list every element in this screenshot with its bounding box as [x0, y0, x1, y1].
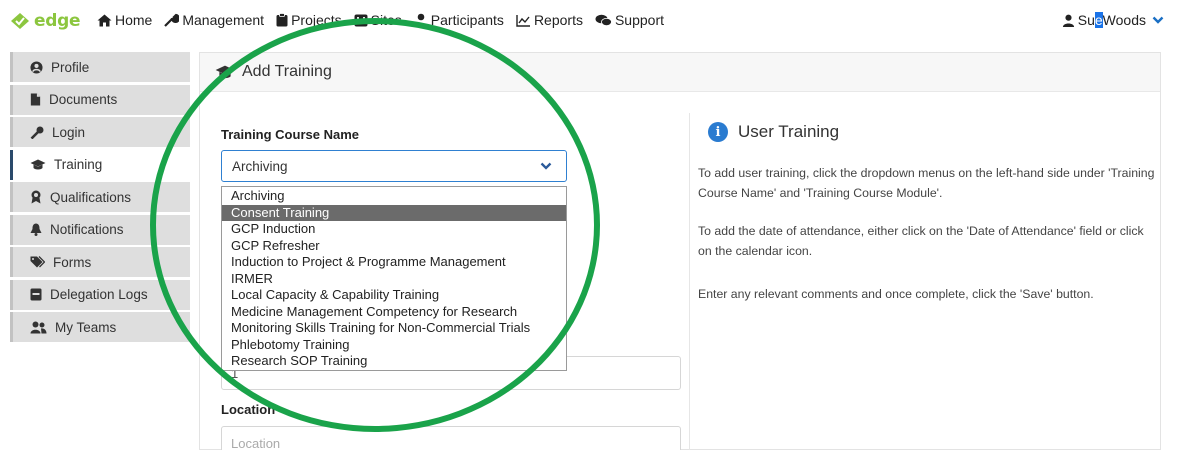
nav-reports[interactable]: Reports: [516, 12, 583, 28]
chevron-down-icon: [540, 162, 552, 170]
sidebar-item-forms[interactable]: Forms: [10, 247, 190, 277]
page-title: Add Training: [242, 63, 332, 80]
hospital-icon: [354, 14, 368, 26]
nav-home[interactable]: Home: [97, 12, 152, 28]
location-placeholder: Location: [231, 435, 281, 450]
sidebar-item-profile[interactable]: Profile: [10, 52, 190, 82]
info-paragraph-1: To add user training, click the dropdown…: [698, 166, 1155, 200]
tags-icon: [30, 256, 45, 268]
sidebar-item-notifications[interactable]: Notifications: [10, 214, 190, 245]
brand-logo[interactable]: edge: [10, 11, 81, 31]
sidebar-item-login[interactable]: Login: [10, 117, 190, 147]
sidebar-item-label: Qualifications: [50, 189, 132, 205]
sidebar-item-qualifications[interactable]: Qualifications: [10, 182, 190, 212]
wrench-icon: [164, 13, 180, 27]
user-circle-icon: [30, 60, 43, 74]
file-icon: [30, 93, 41, 106]
sidebar-item-training[interactable]: Training: [10, 149, 190, 180]
nav-reports-label: Reports: [533, 12, 583, 28]
dropdown-option[interactable]: Research SOP Training: [222, 353, 566, 370]
panel-header: Add Training: [200, 53, 1160, 92]
dropdown-option[interactable]: GCP Induction: [222, 221, 566, 238]
user-name-part2: Woods: [1102, 12, 1146, 28]
sidebar-item-label: Login: [52, 124, 86, 140]
column-divider: [689, 113, 690, 450]
sidebar-item-label: Profile: [51, 59, 90, 75]
nav-participants[interactable]: Participants: [414, 12, 504, 28]
log-book-icon: [30, 288, 42, 301]
brand-name: edge: [34, 11, 81, 31]
user-icon: [1062, 14, 1074, 27]
nav-support-label: Support: [614, 12, 665, 28]
nav-management-label: Management: [182, 12, 265, 28]
dropdown-option[interactable]: Archiving: [222, 188, 566, 205]
sidebar-item-label: Notifications: [50, 222, 124, 237]
user-name-part1: Su: [1077, 12, 1095, 28]
line-chart-icon: [516, 14, 530, 27]
sidebar-item-label: My Teams: [55, 319, 117, 335]
sidebar-item-label: Delegation Logs: [50, 287, 148, 302]
sidebar-item-delegation-logs[interactable]: Delegation Logs: [10, 279, 190, 310]
nav-projects[interactable]: Projects: [276, 12, 342, 28]
sidebar-item-documents[interactable]: Documents: [10, 84, 190, 115]
chevron-down-icon: [1152, 16, 1164, 24]
sidebar-item-label: Documents: [49, 92, 118, 107]
dropdown-option[interactable]: Phlebotomy Training: [222, 337, 566, 354]
top-navbar: edge Home Management Projects Sites Part…: [0, 0, 1180, 42]
user-icon: [414, 13, 427, 27]
user-name-selected-text: e: [1094, 12, 1103, 28]
graduation-cap-icon: [215, 65, 235, 78]
main-nav: Home Management Projects Sites Participa…: [97, 12, 676, 28]
nav-management[interactable]: Management: [164, 12, 264, 28]
nav-sites-label: Sites: [370, 12, 402, 28]
course-name-select[interactable]: Archiving: [221, 150, 567, 182]
dropdown-option[interactable]: Local Capacity & Capability Training: [222, 287, 566, 304]
nav-support[interactable]: Support: [595, 12, 664, 28]
edge-logo-icon: [11, 13, 29, 29]
dropdown-option[interactable]: GCP Refresher: [222, 238, 566, 255]
sidebar-item-label: Training: [54, 157, 103, 172]
nav-participants-label: Participants: [430, 12, 504, 28]
sidebar-item-my-teams[interactable]: My Teams: [10, 312, 190, 342]
nav-sites[interactable]: Sites: [354, 12, 402, 28]
course-name-label: Training Course Name: [221, 127, 359, 142]
clipboard-icon: [276, 13, 288, 27]
user-menu[interactable]: Su e Woods: [1062, 12, 1164, 28]
dropdown-option-highlighted[interactable]: Consent Training: [222, 204, 566, 221]
location-label: Location: [221, 402, 276, 417]
graduation-cap-icon: [30, 159, 46, 169]
dropdown-option[interactable]: Medicine Management Competency for Resea…: [222, 304, 566, 321]
dropdown-option[interactable]: Induction to Project & Programme Managem…: [222, 254, 566, 271]
sidebar-item-label: Forms: [53, 254, 92, 270]
profile-sidebar: Profile Documents Login Training Qualifi…: [10, 52, 190, 345]
info-icon: i: [708, 122, 728, 142]
comments-icon: [595, 14, 612, 26]
info-paragraph-2: To add the date of attendance, either cl…: [698, 224, 1144, 258]
course-name-dropdown-list: Archiving Consent Training GCP Induction…: [221, 186, 567, 371]
location-input[interactable]: Location: [221, 426, 681, 450]
key-icon: [30, 126, 44, 139]
info-title: User Training: [738, 122, 840, 141]
dropdown-option[interactable]: Monitoring Skills Training for Non-Comme…: [222, 320, 566, 337]
info-heading: i User Training: [708, 122, 839, 142]
info-paragraph-3: Enter any relevant comments and once com…: [698, 287, 1094, 301]
users-icon: [30, 321, 47, 333]
dropdown-option[interactable]: IRMER: [222, 271, 566, 288]
award-icon: [31, 190, 41, 204]
course-name-selected-value: Archiving: [232, 158, 288, 174]
home-icon: [97, 14, 112, 26]
nav-projects-label: Projects: [291, 12, 342, 28]
bell-icon: [30, 223, 42, 236]
nav-home-label: Home: [115, 12, 153, 28]
